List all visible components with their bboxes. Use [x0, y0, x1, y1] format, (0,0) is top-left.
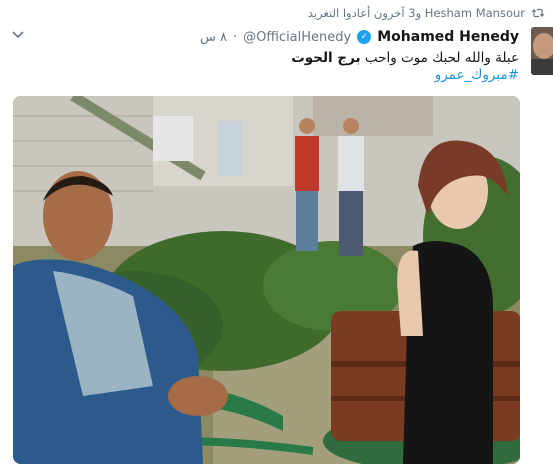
separator-dot: · [232, 29, 238, 45]
tweet-header: ٨ س · @OfficialHenedy ✓ Mohamed Henedy [200, 27, 519, 47]
avatar[interactable] [531, 27, 553, 75]
tweet-card[interactable]: Hesham Mansour و3 آخرون أعادوا التغريد ٨… [0, 0, 553, 472]
tweet-text: عبلة والله لحبك موت واحب برج الحوت [39, 48, 519, 68]
retweet-context-text[interactable]: Hesham Mansour و3 آخرون أعادوا التغريد [308, 6, 525, 20]
tweet-text-normal: عبلة والله لحبك موت واحب [360, 50, 519, 66]
tweet-text-bold: برج الحوت [291, 50, 361, 66]
author-handle[interactable]: @OfficialHenedy [243, 30, 351, 45]
tweet-photo[interactable] [13, 96, 520, 464]
tweet-time[interactable]: ٨ س [200, 30, 227, 45]
retweet-icon [531, 8, 545, 18]
retweet-context: Hesham Mansour و3 آخرون أعادوا التغريد [308, 5, 545, 21]
photo-scene [13, 96, 520, 464]
verified-icon: ✓ [357, 30, 372, 44]
author-name[interactable]: Mohamed Henedy [377, 29, 519, 45]
hashtag-link[interactable]: #مبروك_عمرو [435, 67, 519, 83]
chevron-down-icon[interactable] [10, 26, 26, 42]
